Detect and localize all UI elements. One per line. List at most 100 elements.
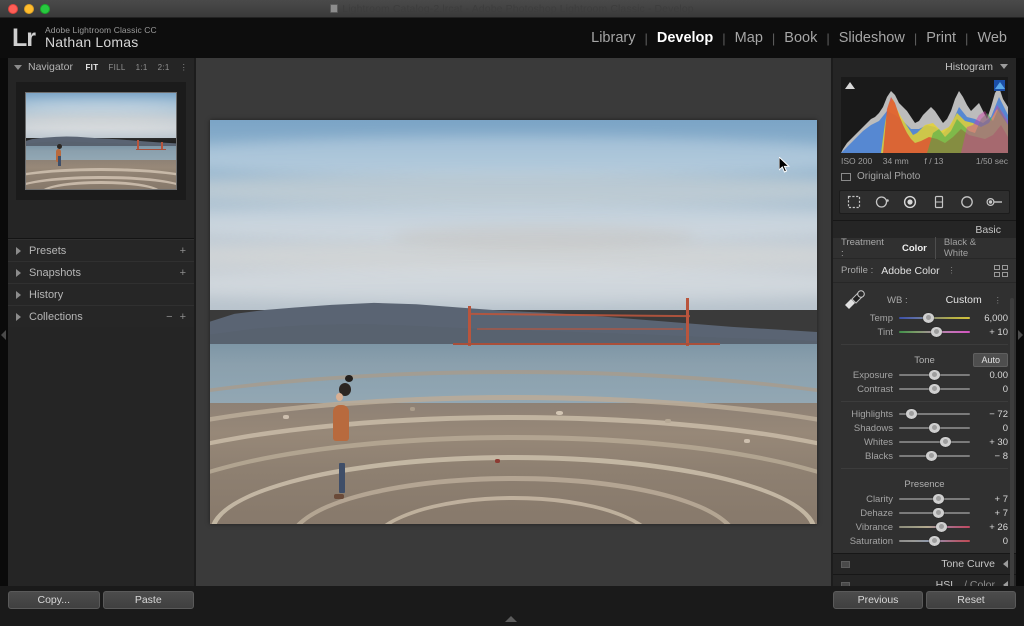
slider-track-area[interactable]: [899, 383, 970, 395]
module-web[interactable]: Web: [968, 30, 1016, 46]
treatment-segmented-control[interactable]: Color Black & White: [894, 237, 1008, 259]
filmstrip-expand-handle[interactable]: [505, 616, 517, 622]
slider-tint[interactable]: Tint + 10: [833, 325, 1016, 339]
slider-knob[interactable]: [936, 522, 948, 532]
triangle-right-icon[interactable]: [16, 246, 21, 255]
triangle-right-icon[interactable]: [16, 312, 21, 321]
slider-value[interactable]: + 7: [976, 508, 1008, 519]
module-slideshow[interactable]: Slideshow: [830, 30, 914, 46]
slider-knob[interactable]: [929, 370, 940, 380]
module-develop[interactable]: Develop: [648, 30, 722, 46]
triangle-left-icon[interactable]: [1003, 560, 1008, 568]
right-panel-collapse-handle[interactable]: [1016, 58, 1024, 626]
navigator-zoom-levels[interactable]: FIT FILL 1:1 2:1 ⋮: [86, 63, 189, 72]
slider-saturation[interactable]: Saturation 0: [833, 534, 1016, 548]
copy-button[interactable]: Copy...: [8, 591, 100, 609]
chevron-updown-icon[interactable]: ⋮: [948, 266, 956, 275]
slider-highlights[interactable]: Highlights − 72: [833, 407, 1016, 421]
highlight-clipping-icon[interactable]: [994, 80, 1005, 91]
panel-tone-curve[interactable]: Tone Curve: [833, 553, 1016, 574]
chevron-updown-icon[interactable]: ⋮: [994, 296, 1002, 305]
navigator-header[interactable]: Navigator FIT FILL 1:1 2:1 ⋮: [8, 58, 194, 76]
shadow-clipping-icon[interactable]: [844, 80, 855, 91]
sidebar-item-snapshots[interactable]: Snapshots +: [8, 261, 194, 283]
snapshots-add-button[interactable]: +: [180, 267, 186, 279]
sidebar-item-collections[interactable]: Collections − +: [8, 305, 194, 327]
slider-track-area[interactable]: [899, 493, 970, 505]
identity-plate[interactable]: Adobe Lightroom Classic CC Nathan Lomas: [45, 26, 157, 50]
panel-hsl-color[interactable]: HSL / Color: [833, 574, 1016, 586]
module-map[interactable]: Map: [726, 30, 772, 46]
treatment-color-option[interactable]: Color: [894, 243, 935, 254]
slider-knob[interactable]: [929, 536, 940, 546]
profile-browser-icon[interactable]: [994, 264, 1008, 277]
slider-value[interactable]: 0.00: [976, 370, 1009, 381]
slider-track-area[interactable]: [899, 369, 970, 381]
profile-row[interactable]: Profile : Adobe Color ⋮: [833, 259, 1016, 283]
copy-paste-buttons[interactable]: Copy... Paste: [8, 591, 194, 609]
slider-track-area[interactable]: [899, 408, 970, 420]
treatment-bw-option[interactable]: Black & White: [934, 237, 1008, 259]
slider-track-area[interactable]: [899, 326, 970, 338]
zoom-fit[interactable]: FIT: [86, 63, 99, 72]
histogram-graph[interactable]: [841, 77, 1008, 153]
graduated-filter-icon[interactable]: [929, 194, 949, 210]
tone-curve-switch[interactable]: [841, 560, 850, 568]
triangle-right-icon[interactable]: [16, 290, 21, 299]
module-book[interactable]: Book: [775, 30, 826, 46]
slider-vibrance[interactable]: Vibrance + 26: [833, 520, 1016, 534]
slider-track-area[interactable]: [899, 507, 970, 519]
adjustment-brush-icon[interactable]: [985, 194, 1005, 210]
reset-button[interactable]: Reset: [926, 591, 1016, 609]
slider-value[interactable]: − 8: [976, 451, 1008, 462]
slider-dehaze[interactable]: Dehaze + 7: [833, 506, 1016, 520]
zoom-fill[interactable]: FILL: [108, 63, 125, 72]
basic-panel-header[interactable]: Basic: [833, 220, 1016, 238]
module-library[interactable]: Library: [582, 30, 644, 46]
slider-shadows[interactable]: Shadows 0: [833, 421, 1016, 435]
zoom-2-1[interactable]: 2:1: [158, 63, 170, 72]
slider-value[interactable]: + 26: [976, 522, 1008, 533]
develop-tool-strip[interactable]: [839, 190, 1010, 214]
red-eye-correction-icon[interactable]: [900, 194, 920, 210]
profile-value[interactable]: Adobe Color: [881, 265, 939, 277]
zoom-1-1[interactable]: 1:1: [136, 63, 148, 72]
slider-track-area[interactable]: [899, 422, 970, 434]
chevron-updown-icon[interactable]: ⋮: [180, 63, 188, 72]
paste-button[interactable]: Paste: [102, 591, 194, 609]
treatment-row[interactable]: Treatment : Color Black & White: [833, 237, 1016, 259]
module-print[interactable]: Print: [917, 30, 965, 46]
radial-filter-icon[interactable]: [957, 194, 977, 210]
white-balance-row[interactable]: WB : Custom ⋮: [833, 283, 1016, 311]
slider-blacks[interactable]: Blacks − 8: [833, 449, 1016, 463]
slider-track-area[interactable]: [899, 312, 970, 324]
collections-add-button[interactable]: +: [180, 311, 186, 323]
navigator-preview-area[interactable]: [16, 82, 186, 200]
slider-knob[interactable]: [929, 423, 940, 433]
slider-track-area[interactable]: [899, 521, 970, 533]
develop-photo[interactable]: [210, 120, 817, 524]
slider-clarity[interactable]: Clarity + 7: [833, 492, 1016, 506]
slider-track-area[interactable]: [899, 450, 970, 462]
slider-knob[interactable]: [923, 313, 935, 323]
slider-value[interactable]: − 72: [976, 409, 1008, 420]
collections-remove-button[interactable]: −: [166, 311, 172, 323]
histogram-header[interactable]: Histogram: [833, 58, 1016, 75]
slider-knob[interactable]: [926, 451, 938, 461]
slider-track-area[interactable]: [899, 535, 970, 547]
slider-value[interactable]: 0: [976, 423, 1008, 434]
image-canvas[interactable]: [196, 58, 831, 586]
slider-knob[interactable]: [929, 384, 940, 394]
wb-value[interactable]: Custom: [946, 294, 982, 306]
photo-stage[interactable]: [196, 58, 831, 586]
navigator-thumbnail[interactable]: [25, 92, 177, 190]
slider-knob[interactable]: [939, 437, 951, 447]
white-balance-selector-icon[interactable]: [841, 289, 867, 311]
sidebar-item-history[interactable]: History: [8, 283, 194, 305]
slider-temp[interactable]: Temp 6,000: [833, 311, 1016, 325]
slider-value[interactable]: + 7: [976, 494, 1008, 505]
slider-knob[interactable]: [932, 494, 944, 504]
slider-whites[interactable]: Whites + 30: [833, 435, 1016, 449]
module-picker[interactable]: Library | Develop | Map | Book | Slidesh…: [582, 18, 1016, 58]
right-panel-scrollbar[interactable]: [1010, 298, 1014, 586]
